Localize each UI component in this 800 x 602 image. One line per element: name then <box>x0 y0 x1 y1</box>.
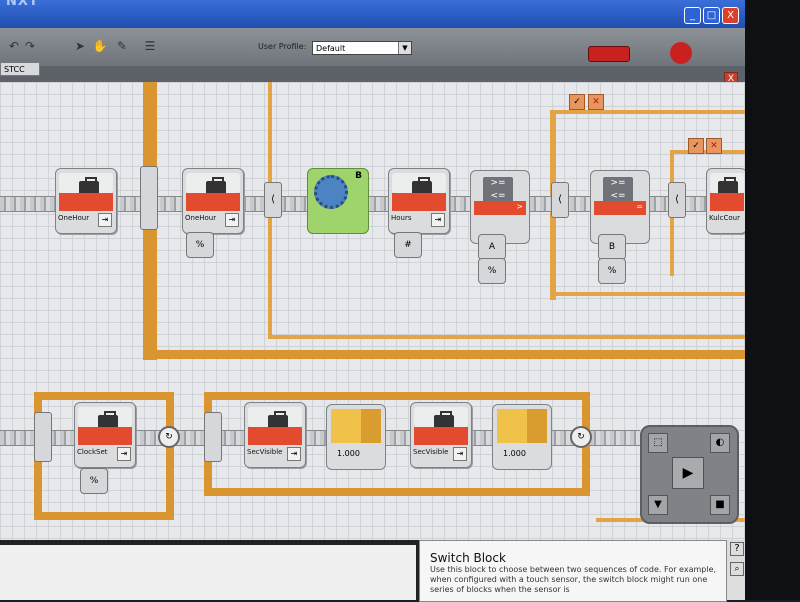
comment-tool-icon[interactable]: ✎ <box>112 37 132 55</box>
motor-block[interactable]: B <box>307 168 369 234</box>
switch-start-connector[interactable]: ⟨ <box>264 182 282 218</box>
tab-strip <box>0 66 745 82</box>
close-button[interactable]: X <box>722 7 739 24</box>
wait-block[interactable]: 1.000 <box>326 404 386 470</box>
loop-frame <box>204 392 590 400</box>
compare-block[interactable]: >= <= > <box>470 170 530 244</box>
variable-block[interactable]: OneHour ⇥ <box>182 168 244 234</box>
block-label: Hours <box>391 214 412 222</box>
variable-block[interactable]: SecVisible ⇥ <box>244 402 306 468</box>
hourglass-icon <box>331 409 381 443</box>
loop-frame <box>34 392 174 400</box>
wait-value: 1.000 <box>503 449 526 458</box>
variable-block[interactable]: ClockSet ⇥ <box>74 402 136 468</box>
nxt-window-icon[interactable] <box>670 42 692 64</box>
help-icon[interactable]: ? <box>730 542 744 556</box>
help-panel: Switch Block Use this block to choose be… <box>419 540 727 602</box>
compare-symbol: > <box>516 202 523 211</box>
switch-start-connector[interactable]: ⟨ <box>551 182 569 218</box>
variable-block[interactable]: Hours ⇥ <box>388 168 450 234</box>
controller-icon[interactable]: ▶ ⬚ ◐ ▼ ■ <box>640 425 739 524</box>
block-label: SecVisible <box>247 448 283 456</box>
download-to-nxt-icon[interactable]: ⬚ <box>648 433 668 453</box>
user-profile-select[interactable]: Default ▼ <box>312 41 412 55</box>
x-icon[interactable]: ✕ <box>706 138 722 154</box>
download-run-selected-icon[interactable]: ▼ <box>648 495 668 515</box>
pan-tool-icon[interactable]: ✋ <box>90 37 110 55</box>
loop-icon[interactable]: ↻ <box>158 426 180 448</box>
redo-icon[interactable]: ↷ <box>20 37 40 55</box>
port-hub[interactable]: B <box>598 234 626 260</box>
maximize-button[interactable]: □ <box>703 7 720 24</box>
screen-edge <box>745 0 800 600</box>
wait-value: 1.000 <box>337 449 360 458</box>
data-plug-icon[interactable]: ⇥ <box>287 447 301 461</box>
wait-block[interactable]: 1.000 <box>492 404 552 470</box>
check-icon[interactable]: ✓ <box>569 94 585 110</box>
wire <box>268 335 745 339</box>
user-profile-label: User Profile: <box>258 42 307 51</box>
help-title: Switch Block <box>430 551 506 565</box>
port-hub[interactable]: A <box>478 234 506 260</box>
download-button[interactable] <box>588 46 630 62</box>
data-plug-icon[interactable]: ⇥ <box>98 213 112 227</box>
chevron-down-icon[interactable]: ▼ <box>398 42 411 54</box>
help-body: Use this block to choose between two seq… <box>430 565 717 594</box>
number-hub[interactable]: # <box>394 232 422 258</box>
data-plug-icon[interactable]: ⇥ <box>431 213 445 227</box>
loop-start-connector[interactable] <box>204 412 222 462</box>
magnify-icon[interactable]: ⌕ <box>730 562 744 576</box>
block-label: OneHour <box>185 214 217 222</box>
data-plug-icon[interactable]: ⇥ <box>225 213 239 227</box>
compare-op-icon: >= <= <box>483 177 513 203</box>
math-hub[interactable]: % <box>478 258 506 284</box>
help-sidebar: ? ⌕ <box>726 540 747 600</box>
variable-block[interactable]: SecVisible ⇥ <box>410 402 472 468</box>
loop-frame <box>34 512 174 520</box>
wire <box>550 110 745 114</box>
program-canvas[interactable]: ✓ ✕ ✓ ✕ ⟨ ⟨ ⟨ OneHour ⇥ OneHour ⇥ % B Ho… <box>0 82 745 540</box>
pointer-tool-icon[interactable]: ➤ <box>70 37 90 55</box>
compare-symbol: = <box>636 202 643 211</box>
window-title: NXT <box>6 0 39 9</box>
block-label: KulcCour <box>709 214 740 222</box>
motor-port-label: B <box>355 171 362 181</box>
compare-op-icon: >= <= <box>603 177 633 203</box>
math-hub[interactable]: % <box>186 232 214 258</box>
block-label: OneHour <box>58 214 90 222</box>
user-profile-value: Default <box>316 44 346 53</box>
loop-frame <box>166 392 174 520</box>
block-label: SecVisible <box>413 448 449 456</box>
data-plug-icon[interactable]: ⇥ <box>117 447 131 461</box>
loop-start-connector[interactable] <box>34 412 52 462</box>
data-plug-icon[interactable]: ⇥ <box>453 447 467 461</box>
stop-program-icon[interactable]: ■ <box>710 495 730 515</box>
config-panel <box>0 545 416 600</box>
block-label: ClockSet <box>77 448 108 456</box>
loop-frame <box>204 488 590 496</box>
toolbar: ↶ ↷ ➤ ✋ ✎ ☰ User Profile: Default ▼ <box>0 28 745 67</box>
minimize-button[interactable]: _ <box>684 7 701 24</box>
x-icon[interactable]: ✕ <box>588 94 604 110</box>
loop-end-connector[interactable] <box>140 166 158 230</box>
loop-icon[interactable]: ↻ <box>570 426 592 448</box>
switch-start-connector[interactable]: ⟨ <box>668 182 686 218</box>
title-bar: NXT _ □ X <box>0 0 748 28</box>
hourglass-icon <box>497 409 547 443</box>
tab-program[interactable]: STCC <box>0 62 40 76</box>
variable-block[interactable]: KulcCour <box>706 168 745 234</box>
check-icon[interactable]: ✓ <box>688 138 704 154</box>
math-hub[interactable]: % <box>80 468 108 494</box>
math-hub[interactable]: % <box>598 258 626 284</box>
gear-icon <box>314 175 348 209</box>
wire <box>555 292 745 296</box>
stop-icon[interactable]: ◐ <box>710 433 730 453</box>
compare-block[interactable]: >= <= = <box>590 170 650 244</box>
wire <box>143 350 745 359</box>
variable-block[interactable]: OneHour ⇥ <box>55 168 117 234</box>
config-icon[interactable]: ☰ <box>140 37 160 55</box>
run-button[interactable]: ▶ <box>672 457 704 489</box>
